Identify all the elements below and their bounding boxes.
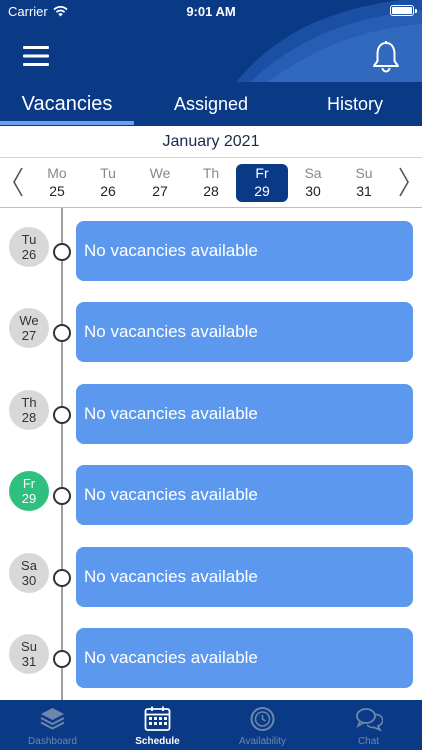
tab-assigned[interactable]: Assigned	[145, 86, 277, 126]
next-week-button[interactable]	[394, 164, 414, 200]
timeline-row: Sa 30 No vacancies available	[0, 547, 422, 609]
badge-day-name: Th	[21, 395, 37, 410]
timeline-node	[53, 243, 71, 261]
day-date: 31	[356, 183, 372, 199]
nav-availability[interactable]: Availability	[210, 700, 315, 750]
vacancy-card[interactable]: No vacancies available	[76, 384, 413, 444]
chevron-left-icon	[13, 167, 23, 197]
day-badge: Tu 26	[9, 227, 49, 267]
app-header: Carrier 9:01 AM Vacancies Assigned Histo…	[0, 0, 422, 126]
timeline-row: We 27 No vacancies available	[0, 302, 422, 364]
badge-date: 27	[21, 328, 37, 343]
day-name: Tu	[100, 165, 116, 181]
vacancy-card[interactable]: No vacancies available	[76, 302, 413, 362]
tab-vacancies[interactable]: Vacancies	[0, 86, 134, 126]
badge-date: 26	[21, 247, 37, 262]
day-badge: Sa 30	[9, 553, 49, 593]
day-name: Mo	[47, 165, 67, 181]
nav-label: Dashboard	[28, 736, 77, 747]
timeline-row: Fr 29 No vacancies available	[0, 465, 422, 527]
week-selector: Mo 25 Tu 26 We 27 Th 28 Fr 29 Sa 30 Su 3…	[0, 158, 422, 208]
day-su-31[interactable]: Su 31	[338, 164, 390, 202]
day-badge: We 27	[9, 308, 49, 348]
badge-day-name: Tu	[21, 232, 37, 247]
nav-label: Chat	[357, 736, 380, 747]
day-date: 25	[49, 183, 65, 199]
bottom-navigation: Dashboard Schedule Availability Chat	[0, 700, 422, 750]
timeline-row: Th 28 No vacancies available	[0, 384, 422, 446]
clock-icon	[250, 707, 275, 731]
badge-day-name: Sa	[21, 558, 37, 573]
vacancy-card[interactable]: No vacancies available	[76, 547, 413, 607]
vacancy-timeline[interactable]: Tu 26 No vacancies available We 27 No va…	[0, 208, 422, 700]
day-date: 28	[203, 183, 219, 199]
menu-button[interactable]	[20, 42, 52, 70]
day-th-28[interactable]: Th 28	[185, 164, 237, 202]
nav-label: Availability	[238, 736, 287, 747]
badge-day-name: Su	[21, 639, 37, 654]
day-sa-30[interactable]: Sa 30	[287, 164, 339, 202]
tab-bar: Vacancies Assigned History	[0, 86, 422, 126]
active-tab-indicator	[0, 121, 134, 125]
day-date: 27	[152, 183, 168, 199]
day-badge: Th 28	[9, 390, 49, 430]
day-mo-25[interactable]: Mo 25	[31, 164, 83, 202]
day-name: We	[149, 165, 171, 181]
day-fr-29[interactable]: Fr 29	[236, 164, 288, 202]
previous-week-button[interactable]	[8, 164, 28, 200]
badge-day-name: We	[19, 313, 39, 328]
timeline-row: Su 31 No vacancies available	[0, 628, 422, 690]
notifications-button[interactable]	[370, 40, 402, 74]
day-badge: Su 31	[9, 634, 49, 674]
day-name: Sa	[304, 165, 322, 181]
badge-date: 28	[21, 410, 37, 425]
chevron-right-icon	[399, 167, 409, 197]
timeline-node	[53, 569, 71, 587]
day-we-27[interactable]: We 27	[134, 164, 186, 202]
nav-chat[interactable]: Chat	[316, 700, 421, 750]
day-name: Fr	[255, 165, 269, 181]
badge-day-name: Fr	[22, 476, 36, 491]
day-date: 29	[254, 183, 270, 199]
status-bar: Carrier 9:01 AM	[0, 0, 422, 22]
battery-icon	[390, 5, 417, 16]
vacancy-card[interactable]: No vacancies available	[76, 465, 413, 525]
month-label: January 2021	[0, 126, 422, 158]
day-name: Su	[355, 165, 373, 181]
day-tu-26[interactable]: Tu 26	[82, 164, 134, 202]
tab-history[interactable]: History	[290, 86, 420, 126]
day-name: Th	[202, 165, 220, 181]
nav-schedule[interactable]: Schedule	[105, 700, 210, 750]
badge-date: 30	[21, 573, 37, 588]
bell-icon	[373, 41, 399, 73]
day-date: 26	[100, 183, 116, 199]
timeline-node	[53, 406, 71, 424]
timeline-node	[53, 324, 71, 342]
nav-dashboard[interactable]: Dashboard	[0, 700, 105, 750]
layers-icon	[40, 708, 65, 730]
badge-date: 31	[21, 654, 37, 669]
timeline-row: Tu 26 No vacancies available	[0, 221, 422, 283]
vacancy-card[interactable]: No vacancies available	[76, 221, 413, 281]
hamburger-menu-icon	[23, 46, 49, 66]
timeline-node	[53, 487, 71, 505]
status-time: 9:01 AM	[186, 4, 236, 19]
today-day-badge: Fr 29	[9, 471, 49, 511]
timeline-node	[53, 650, 71, 668]
calendar-icon	[144, 706, 171, 731]
day-date: 30	[305, 183, 321, 199]
chat-bubbles-icon	[356, 708, 383, 732]
vacancy-card[interactable]: No vacancies available	[76, 628, 413, 688]
badge-date: 29	[21, 491, 37, 506]
nav-label: Schedule	[135, 736, 180, 747]
